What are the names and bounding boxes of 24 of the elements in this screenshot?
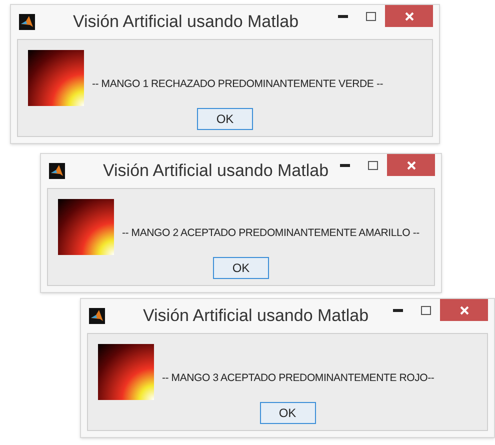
maximize-icon: [421, 306, 431, 314]
window-title: Visión Artificial usando Matlab: [143, 305, 369, 328]
close-button[interactable]: [385, 5, 433, 27]
window-title: Visión Artificial usando Matlab: [73, 11, 299, 34]
ok-button[interactable]: OK: [197, 108, 253, 130]
ok-button[interactable]: OK: [213, 257, 269, 279]
minimize-icon: [338, 14, 348, 18]
minimize-icon: [340, 164, 350, 166]
close-button[interactable]: [440, 299, 488, 321]
minimize-icon: [393, 308, 403, 312]
maximize-icon: [366, 12, 376, 20]
close-button[interactable]: [387, 154, 435, 176]
matlab-logo-icon: [89, 308, 105, 324]
matlab-logo-icon: [19, 14, 35, 30]
close-icon: [404, 12, 414, 20]
maximize-icon: [368, 160, 378, 170]
close-icon: [460, 306, 468, 314]
message-text: -- MANGO 3 ACEPTADO PREDOMINANTEMENTE ROJO--: [162, 371, 434, 386]
matlab-logo-icon: [49, 163, 65, 179]
window-title: Visión Artificial usando Matlab: [103, 160, 329, 182]
message-text: -- MANGO 1 RECHAZADO PREDOMINANTEMENTE VERDE --: [92, 77, 384, 92]
close-icon: [406, 160, 416, 170]
ok-button[interactable]: OK: [260, 402, 316, 424]
message-text: -- MANGO 2 ACEPTADO PREDOMINANTEMENTE AMARILLO --: [122, 226, 420, 242]
